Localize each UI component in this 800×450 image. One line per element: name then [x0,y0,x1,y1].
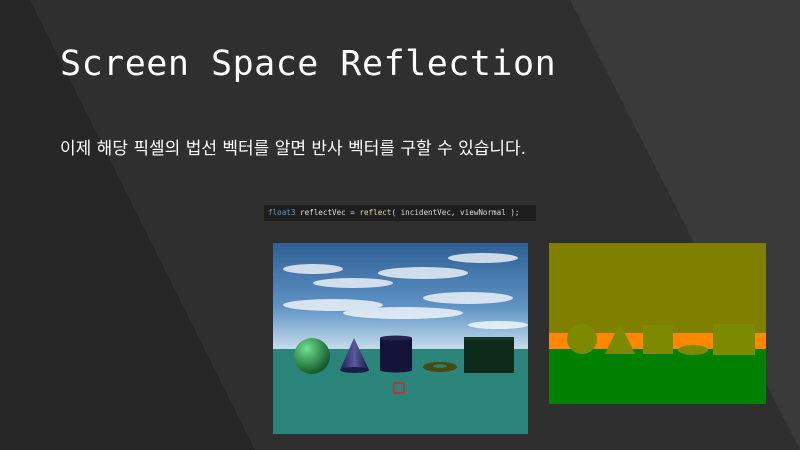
code-args: ( incidentVec, viewNormal ); [391,208,520,217]
code-type: float3 [268,208,296,217]
code-func: reflect [359,208,392,217]
normal-floor-area [549,349,766,404]
cube [464,337,514,373]
slide-subtitle: 이제 해당 픽셀의 법선 벡터를 알면 반사 벡터를 구할 수 있습니다. [60,139,527,159]
sphere [294,338,330,374]
code-var: reflectVec = [295,208,360,217]
scene-render [273,243,528,434]
slide-title: Screen Space Reflection [60,44,557,84]
cylinder [380,338,412,370]
normal-map-render [549,243,766,404]
code-snippet: float3 reflectVec = reflect( incidentVec… [264,205,536,221]
